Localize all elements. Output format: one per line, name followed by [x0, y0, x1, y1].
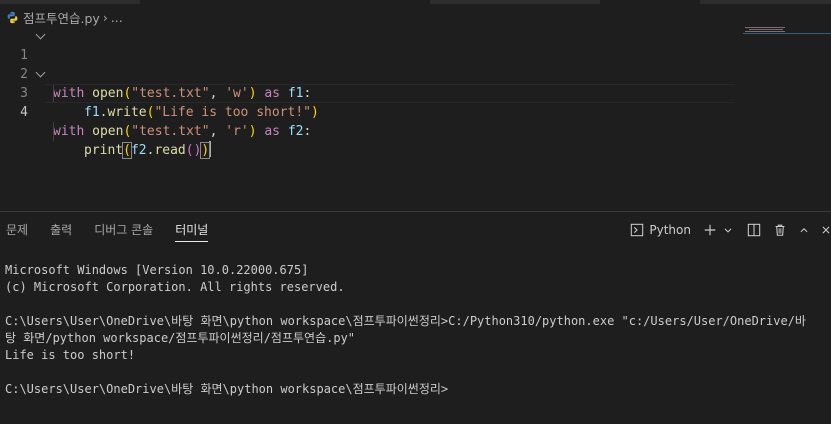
code-line[interactable]: 4 print(f2.read()): [0, 84, 831, 159]
terminal-line: C:\Users\User\OneDrive\바탕 화면\python work…: [5, 314, 806, 328]
plus-icon: [704, 224, 716, 236]
breadcrumb-rest[interactable]: ...: [111, 10, 123, 25]
tab-terminal[interactable]: 터미널: [175, 212, 209, 248]
close-icon: [822, 226, 830, 234]
token-string: "test.txt": [131, 124, 210, 139]
breadcrumb: 점프투연습.py › ...: [6, 8, 123, 26]
chevron-down-icon: [724, 228, 732, 233]
terminal-dropdown-button[interactable]: [723, 225, 733, 235]
chevron-right-icon: ›: [102, 9, 108, 25]
split-icon: [747, 223, 761, 237]
terminal-line: (c) Microsoft Corporation. All rights re…: [5, 280, 345, 294]
minimap-line: [749, 29, 783, 30]
tab-problems[interactable]: 문제: [6, 212, 28, 248]
token-variable: f2: [130, 143, 147, 158]
terminal-selector[interactable]: Python: [630, 223, 703, 237]
terminal-line: 탕 화면/python workspace/점프투파이썬정리/점프투연습.py": [5, 331, 356, 345]
maximize-panel-button[interactable]: [799, 225, 809, 235]
token-function: open: [92, 124, 124, 139]
token-function: read: [154, 143, 186, 158]
fold-chevron-icon[interactable]: [35, 29, 46, 40]
tab-strip-segment: [430, 0, 600, 4]
code-content: f1.write("Life is too short!"): [84, 105, 319, 120]
tab-strip: [0, 0, 831, 4]
kill-terminal-button[interactable]: [773, 223, 787, 237]
token-function: print: [84, 143, 124, 158]
terminal-output[interactable]: Microsoft Windows [Version 10.0.22000.67…: [5, 262, 831, 398]
code-content: print(f2.read()): [84, 141, 211, 159]
panel-tabs: 문제 출력 디버그 콘솔 터미널: [0, 212, 224, 248]
token-variable: f1: [84, 105, 100, 120]
new-terminal-button[interactable]: [703, 223, 717, 237]
token-variable: f2: [287, 124, 304, 139]
terminal-label: Python: [649, 223, 691, 237]
fold-chevron-icon[interactable]: [35, 67, 46, 78]
terminal-line: Microsoft Windows [Version 10.0.22000.67…: [5, 263, 309, 277]
code-editor[interactable]: 1 with open("test.txt", 'w') as f1: 2 f1…: [0, 26, 831, 210]
code-content: with open("test.txt", 'r') as f2:: [53, 124, 312, 139]
tab-strip-segment: [700, 0, 831, 4]
text-cursor: [209, 141, 211, 157]
breadcrumb-file[interactable]: 점프투연습.py: [23, 8, 100, 27]
tab-output[interactable]: 출력: [50, 212, 72, 248]
minimap-line: [745, 27, 785, 28]
token-function: write: [107, 105, 147, 120]
panel-actions: Python: [630, 220, 831, 240]
token-string: "Life is too short!": [154, 105, 311, 120]
minimap-line: [743, 33, 831, 34]
tab-strip-segment: [0, 0, 140, 4]
minimap[interactable]: [743, 26, 831, 38]
indent-guide: [53, 122, 54, 141]
terminal-icon: [631, 223, 644, 237]
line-number: 4: [20, 105, 28, 120]
bottom-panel: 문제 출력 디버그 콘솔 터미널 Python Microsoft Window…: [0, 211, 831, 424]
code-line[interactable]: 1 with open("test.txt", 'w') as f1:: [0, 27, 831, 101]
split-terminal-button[interactable]: [747, 223, 761, 237]
trash-icon: [775, 224, 785, 236]
token-string: 'r': [225, 124, 249, 139]
terminal-line: Life is too short!: [5, 348, 136, 362]
minimap-line: [745, 31, 785, 32]
code-line[interactable]: 2 f1.write("Life is too short!"): [0, 46, 831, 120]
chevron-up-icon: [800, 228, 808, 233]
python-file-icon: [7, 11, 18, 23]
terminal-line: C:\Users\User\OneDrive\바탕 화면\python work…: [5, 382, 449, 396]
token-keyword: as: [264, 124, 281, 139]
code-line[interactable]: 3 with open("test.txt", 'r') as f2:: [0, 65, 831, 139]
tab-debug-console[interactable]: 디버그 콘솔: [94, 212, 153, 248]
token-keyword: with: [53, 124, 85, 139]
vscode-window: 점프투연습.py › ... 1 with open("test.txt", '…: [0, 0, 831, 424]
close-panel-button[interactable]: [821, 225, 831, 235]
